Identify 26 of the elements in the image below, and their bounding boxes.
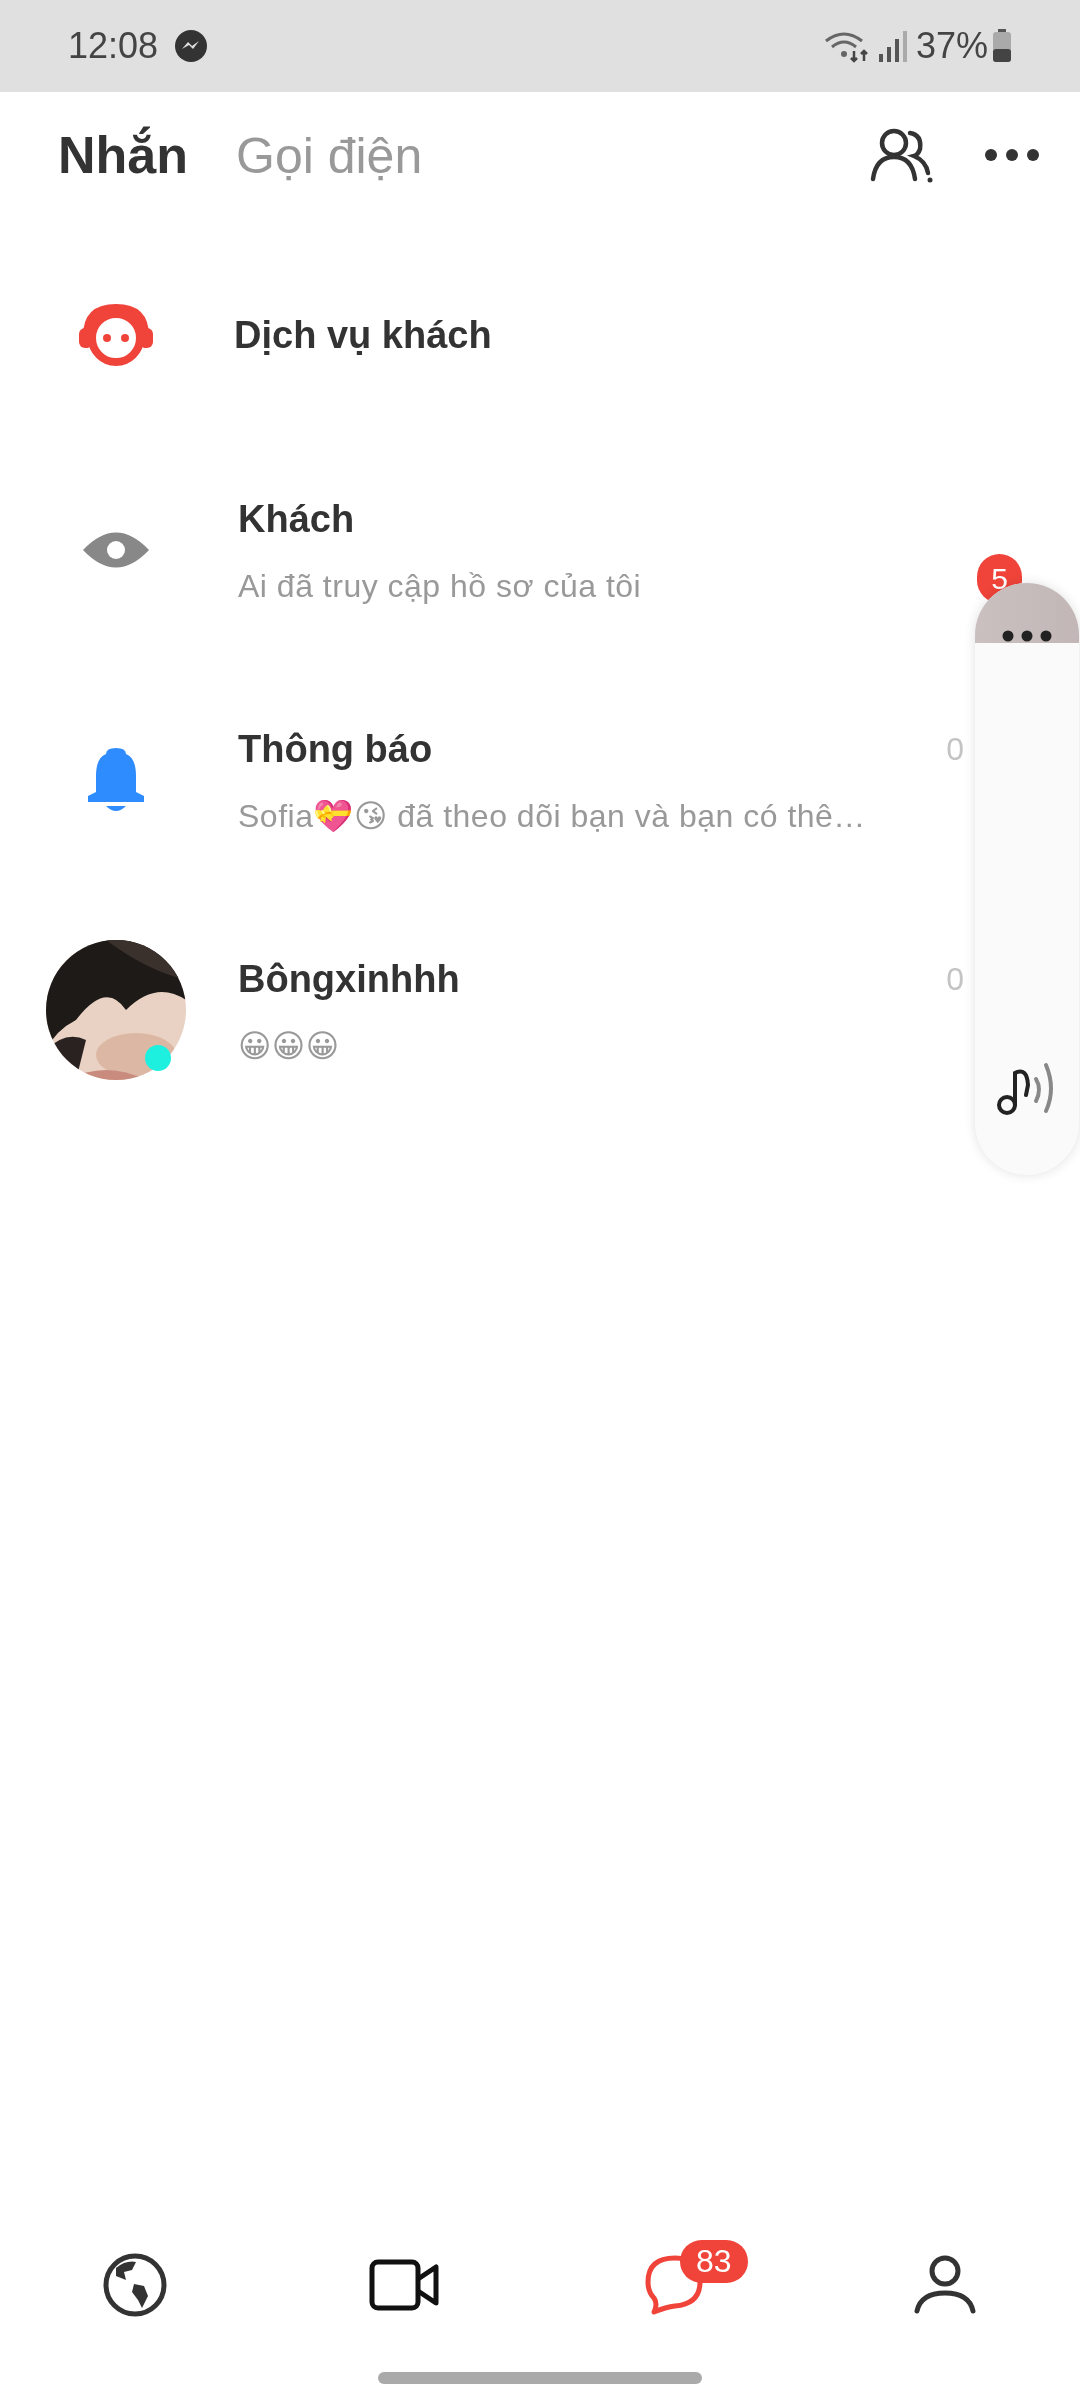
message-preview: Ai đã truy cập hồ sơ của tôi: [238, 566, 642, 606]
messenger-icon: [174, 29, 209, 63]
conversation-item[interactable]: Dịch vụ khách: [0, 235, 1080, 435]
message-time: 0: [946, 960, 964, 999]
bell-icon: [86, 746, 146, 814]
video-camera-icon: [369, 2259, 441, 2311]
tab[interactable]: Nhắn: [58, 115, 188, 194]
nav-tab[interactable]: 83: [540, 2230, 810, 2340]
message-time: 0: [946, 730, 964, 769]
battery-percentage: 37%: [915, 24, 988, 68]
conversation-item[interactable]: Thông báo 0 Sofia💝😘 đã theo dõi bạn và bạn có thê…: [0, 665, 1080, 895]
message-preview: 😀😀😀: [238, 1026, 340, 1066]
signal-icon: [877, 30, 908, 62]
conversation-title: Dịch vụ khách: [234, 312, 492, 358]
more-icon[interactable]: [984, 147, 1040, 162]
message-preview: Sofia💝😘 đã theo dõi bạn và bạn có thê…: [238, 796, 866, 836]
headset-icon: [77, 302, 155, 368]
more-icon[interactable]: [1001, 629, 1053, 643]
conversation-title: Thông báo: [238, 726, 433, 772]
battery-icon: [992, 29, 1012, 63]
conversation-title: Bôngxinhhh: [238, 956, 460, 1002]
conversation-title: Khách: [238, 496, 355, 542]
globe-icon: [102, 2252, 168, 2318]
unread-badge: 83: [680, 2240, 748, 2284]
status-time: 12:08: [68, 24, 159, 68]
conversation-item[interactable]: Bôngxinhhh 0 😀😀😀: [0, 895, 1080, 1125]
